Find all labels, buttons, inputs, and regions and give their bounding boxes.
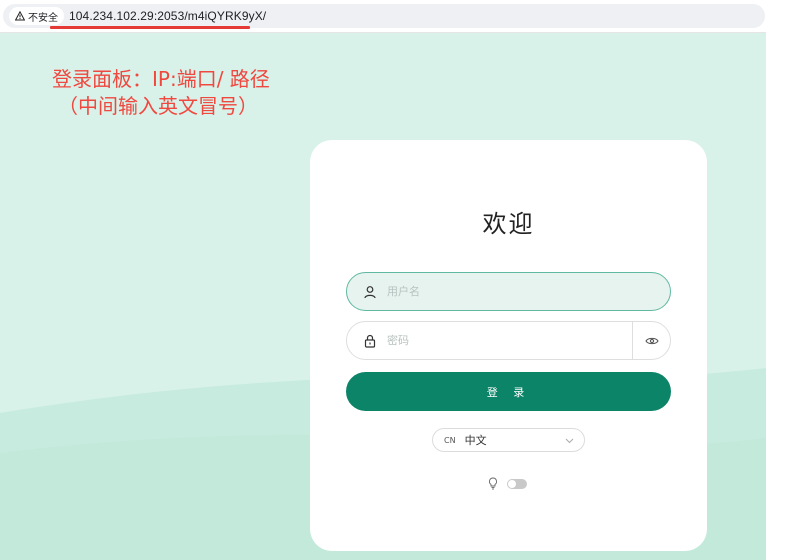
toggle-knob [508, 479, 516, 488]
annotation-text: 登录面板：IP:端口/ 路径 （中间输入英文冒号） [52, 66, 270, 120]
dark-mode-toggle[interactable] [507, 478, 527, 489]
password-input[interactable] [387, 334, 587, 347]
username-field[interactable] [346, 272, 671, 311]
annotation-line-1: 登录面板：IP:端口/ 路径 [52, 67, 270, 91]
lightbulb-icon [489, 477, 497, 490]
url-text[interactable]: 104.234.102.29:2053/m4iQYRK9yX/ [69, 9, 266, 23]
warning-icon [15, 11, 25, 21]
url-highlight-underline [50, 26, 250, 29]
language-label: 中文 [464, 434, 487, 447]
show-password-toggle[interactable] [632, 322, 670, 359]
login-card: 欢迎 登 录 CN 中文 [310, 140, 707, 551]
lock-icon [364, 334, 376, 348]
password-field[interactable] [346, 321, 671, 360]
welcome-title: 欢迎 [482, 210, 535, 238]
browser-address-bar: 不安全 104.234.102.29:2053/m4iQYRK9yX/ [0, 0, 766, 33]
language-code: CN [444, 435, 456, 445]
language-select[interactable]: CN 中文 [432, 428, 585, 452]
user-icon [364, 285, 376, 298]
security-chip[interactable]: 不安全 [9, 7, 64, 25]
scrollbar-gutter [766, 0, 785, 560]
login-button[interactable]: 登 录 [346, 372, 671, 411]
eye-icon [644, 337, 659, 344]
chevron-down-icon [565, 438, 574, 444]
username-input[interactable] [387, 285, 587, 298]
annotation-line-2: （中间输入英文冒号） [58, 94, 258, 118]
security-label: 不安全 [28, 12, 58, 24]
omnibox[interactable]: 不安全 104.234.102.29:2053/m4iQYRK9yX/ [3, 4, 765, 28]
theme-switch-row [488, 477, 527, 490]
